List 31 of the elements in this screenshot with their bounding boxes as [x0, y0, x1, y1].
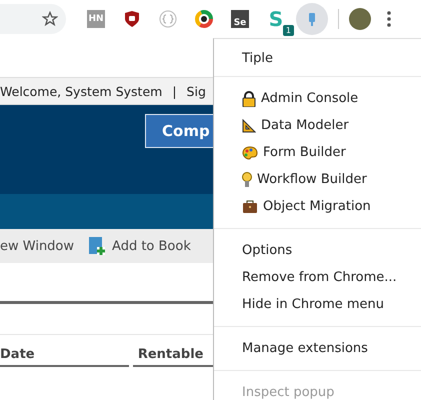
menu-item[interactable]: Object Migration: [214, 193, 421, 220]
menu-item[interactable]: Form Builder: [214, 139, 421, 166]
nav-button[interactable]: Comp: [145, 114, 213, 148]
menu-item[interactable]: Data Modeler: [214, 112, 421, 139]
welcome-text: Welcome, System System: [0, 84, 162, 98]
sign-link[interactable]: Sig: [186, 84, 206, 98]
menu-title: Tiple: [241, 50, 274, 68]
menu-item[interactable]: Admin Console: [214, 85, 421, 112]
menu-item[interactable]: Options: [214, 237, 421, 264]
star-icon[interactable]: [42, 11, 58, 27]
separator-text: |: [172, 84, 177, 98]
profile-avatar[interactable]: [349, 8, 371, 30]
address-bar[interactable]: [0, 4, 66, 34]
padlock-icon: [242, 90, 256, 106]
count-badge: 1: [282, 25, 294, 36]
palette-icon: [242, 146, 258, 160]
active-extension-button[interactable]: [296, 3, 328, 35]
menu-item[interactable]: Manage extensions: [214, 335, 421, 362]
menu-item[interactable]: Workflow Builder: [214, 166, 421, 193]
light-bulb-icon: [242, 172, 252, 188]
action-link[interactable]: ew Window: [0, 238, 74, 254]
menu-item[interactable]: Hide in Chrome menu: [214, 291, 421, 318]
menu-icon[interactable]: [387, 11, 391, 27]
briefcase-icon: [242, 200, 258, 214]
book-add-icon: [88, 236, 106, 256]
menu-item[interactable]: Remove from Chrome...: [214, 264, 421, 291]
action-link[interactable]: Add to Book: [88, 236, 191, 256]
extension-logo[interactable]: Se: [231, 10, 249, 28]
shield-icon[interactable]: [124, 10, 140, 28]
ring-icon[interactable]: [195, 10, 213, 28]
column-header: Date: [0, 347, 129, 367]
